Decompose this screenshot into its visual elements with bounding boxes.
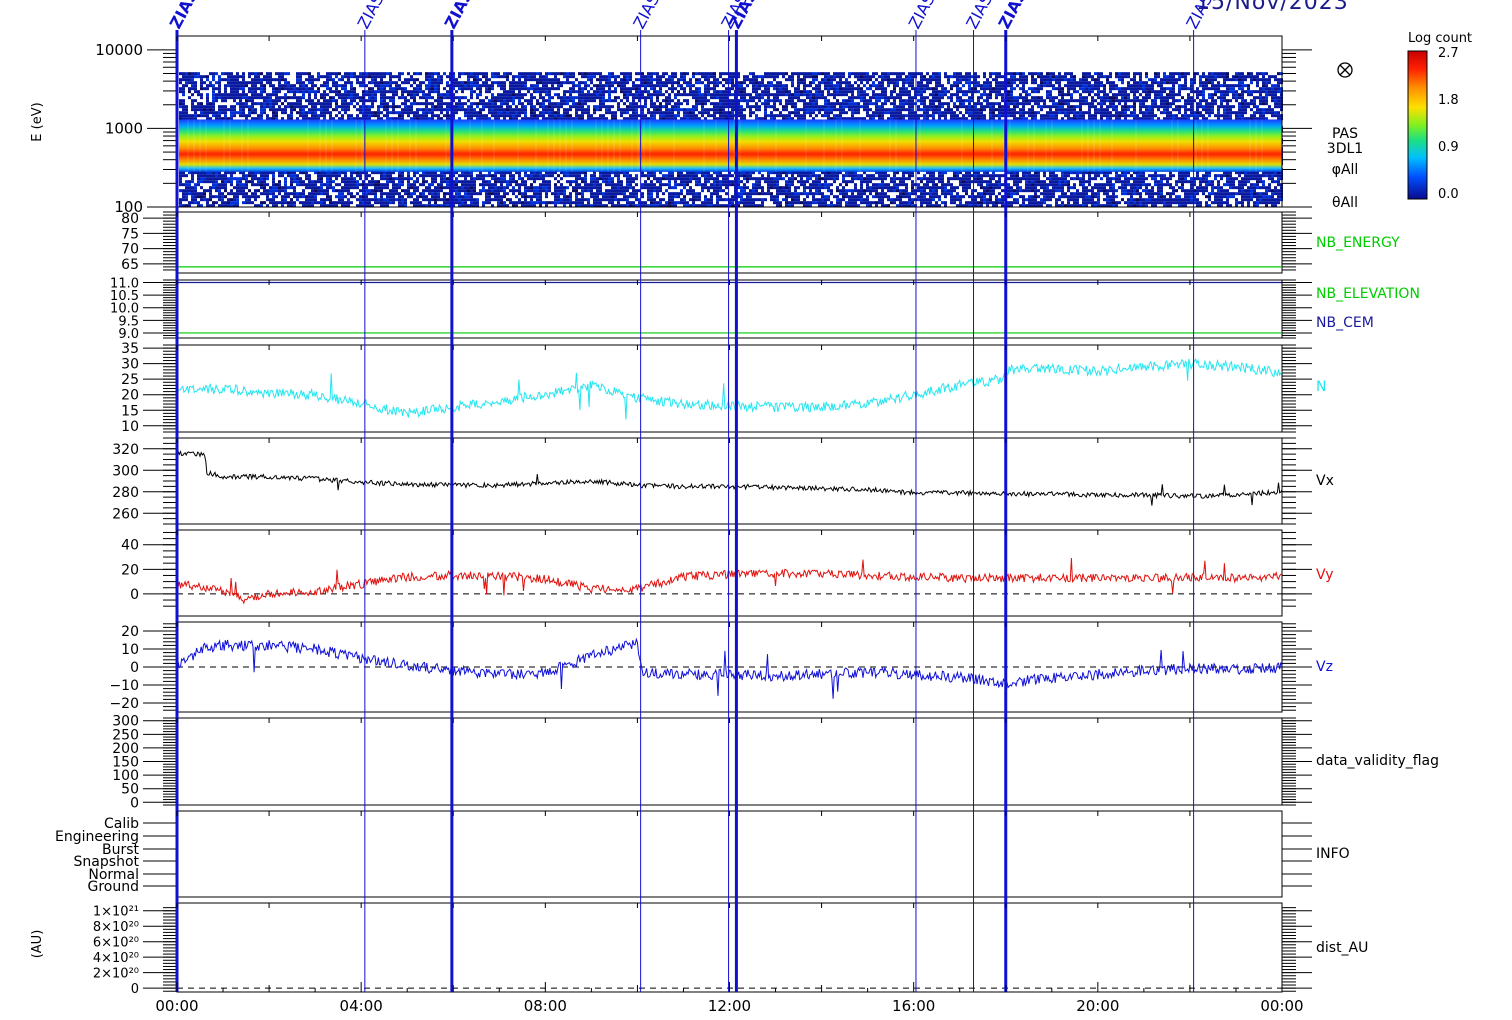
time-tick-label: 16:00: [892, 997, 935, 1015]
vz-series: [176, 637, 1283, 699]
spectrogram-ytick: 10000: [95, 41, 143, 59]
ytick-label: 300: [112, 463, 139, 479]
vz-panel: 20 10 0 −10 −20 Vz: [109, 621, 1333, 713]
time-tick-label: 00:00: [155, 997, 198, 1015]
nb-energy-panel-frame: [176, 211, 1283, 274]
info-label: INFO: [1316, 846, 1350, 862]
validity-label: data_validity_flag: [1316, 753, 1439, 769]
time-tick-label: 08:00: [524, 997, 567, 1015]
vx-label: Vx: [1316, 473, 1334, 489]
ytick-label: 20: [121, 562, 139, 578]
dist-ylabel: (AU): [30, 930, 45, 959]
event-marker-label: ZIAS: [166, 0, 202, 32]
vy-series: [176, 557, 1283, 605]
vy-panel: 40 20 0 Vy: [121, 529, 1334, 617]
ytick-label: 0: [131, 982, 139, 997]
time-tick-label: 00:00: [1260, 997, 1303, 1015]
ytick-label: 8×10²⁰: [93, 920, 139, 935]
event-marker-label: ZIAS: [354, 0, 388, 32]
nb-energy-label: NB_ENERGY: [1316, 235, 1400, 251]
density-series: [176, 357, 1283, 420]
ytick-label: 260: [112, 506, 139, 522]
ytick-label: 30: [121, 357, 139, 373]
ytick-label: 65: [121, 257, 139, 273]
colorbar-tick-min: 0.0: [1438, 187, 1459, 202]
event-marker-label: ZIAS: [629, 0, 663, 32]
dist-label: dist_AU: [1316, 940, 1368, 956]
vz-label: Vz: [1316, 659, 1333, 675]
ytick-label: 0: [130, 587, 139, 603]
time-tick-label: 04:00: [340, 997, 383, 1015]
spectrogram-core: [179, 119, 1282, 172]
colorbar-gradient: [1407, 50, 1428, 200]
ytick-label: 320: [112, 442, 139, 458]
vx-panel: 320 300 280 260 Vx: [112, 437, 1334, 525]
vx-series: [176, 449, 1283, 506]
dist-panel-frame: [176, 902, 1283, 993]
event-marker-label: ZIAS: [995, 0, 1031, 32]
ytick-label: 0: [130, 660, 139, 676]
colorbar-tick-max: 2.7: [1438, 46, 1459, 61]
event-marker-label: ZIAS: [905, 0, 939, 32]
ytick-label: 25: [121, 372, 139, 388]
spectrogram-right-label: θAll: [1332, 195, 1358, 211]
event-marker-label: ZIAS: [962, 0, 996, 32]
spectrogram-right-label: φAll: [1332, 162, 1359, 178]
colorbar: [1407, 50, 1428, 200]
spectrogram-ytick: 1000: [105, 119, 143, 137]
colorbar-title: Log count: [1408, 31, 1473, 46]
ytick-label: 10: [121, 642, 139, 658]
nb-elevation-label: NB_ELEVATION: [1316, 286, 1420, 302]
vy-label: Vy: [1316, 567, 1334, 583]
ytick-label: 40: [121, 538, 139, 554]
spectrogram-right-label: 3DL1: [1327, 141, 1363, 157]
validity-panel-frame: [176, 717, 1283, 806]
ytick-label: 280: [112, 485, 139, 501]
event-marker-label: ZIAS: [441, 0, 477, 32]
ytick-label: 70: [121, 242, 139, 258]
spectrogram-ylabel: E (eV): [30, 102, 45, 141]
nb-energy-panel: 80757065 NB_ENERGY: [121, 211, 1400, 274]
ytick-label: −10: [109, 678, 139, 694]
info-ytick-label: Ground: [88, 879, 140, 895]
nb-cem-label: NB_CEM: [1316, 315, 1374, 331]
density-panel: 353025201510 N: [121, 341, 1326, 435]
colorbar-tick-3: 0.9: [1438, 140, 1459, 155]
spectrogram-right-label: PAS: [1332, 126, 1358, 142]
ytick-label: −20: [109, 696, 139, 712]
info-panel-frame: [176, 810, 1283, 898]
time-tick-label: 12:00: [708, 997, 751, 1015]
ytick-label: 9.0: [118, 327, 139, 342]
ytick-label: 15: [121, 403, 139, 419]
ytick-label: 20: [121, 388, 139, 404]
ytick-label: 2×10²⁰: [93, 967, 139, 982]
colorbar-tick-2: 1.8: [1438, 93, 1459, 108]
plot-canvas: 100001000100E (eV) PAS3DL1φAllθAll8075706…: [30, 0, 1439, 1015]
ytick-label: 75: [121, 226, 139, 242]
date-title: 15/Nov/2023: [1196, 0, 1349, 15]
info-panel: CalibEngineeringBurstSnapshotNormalGroun…: [55, 810, 1350, 898]
ytick-label: 20: [121, 624, 139, 640]
ytick-label: 6×10²⁰: [93, 936, 139, 951]
ytick-label: 0: [130, 795, 139, 811]
ytick-label: 35: [121, 341, 139, 357]
ytick-label: 80: [121, 211, 139, 227]
time-tick-label: 20:00: [1076, 997, 1119, 1015]
nb-elevation-panel: 11.010.510.09.59.0NB_ELEVATIONNB_CEM: [110, 277, 1420, 342]
validity-panel: 300250200150100500data_validity_flag: [112, 714, 1439, 812]
nb-elevation-panel-frame: [176, 279, 1283, 339]
ytick-label: 4×10²⁰: [93, 951, 139, 966]
ytick-label: 1×10²¹: [93, 905, 139, 920]
ytick-label: 10: [121, 419, 139, 435]
dist-panel: 1×10²¹8×10²⁰6×10²⁰4×10²⁰2×10²⁰0 (AU) dist_…: [30, 902, 1368, 997]
density-label: N: [1316, 379, 1326, 395]
density-panel-frame: [176, 344, 1283, 433]
spectrogram-panel: 100001000100E (eV) PAS3DL1φAllθAll: [30, 35, 1363, 216]
